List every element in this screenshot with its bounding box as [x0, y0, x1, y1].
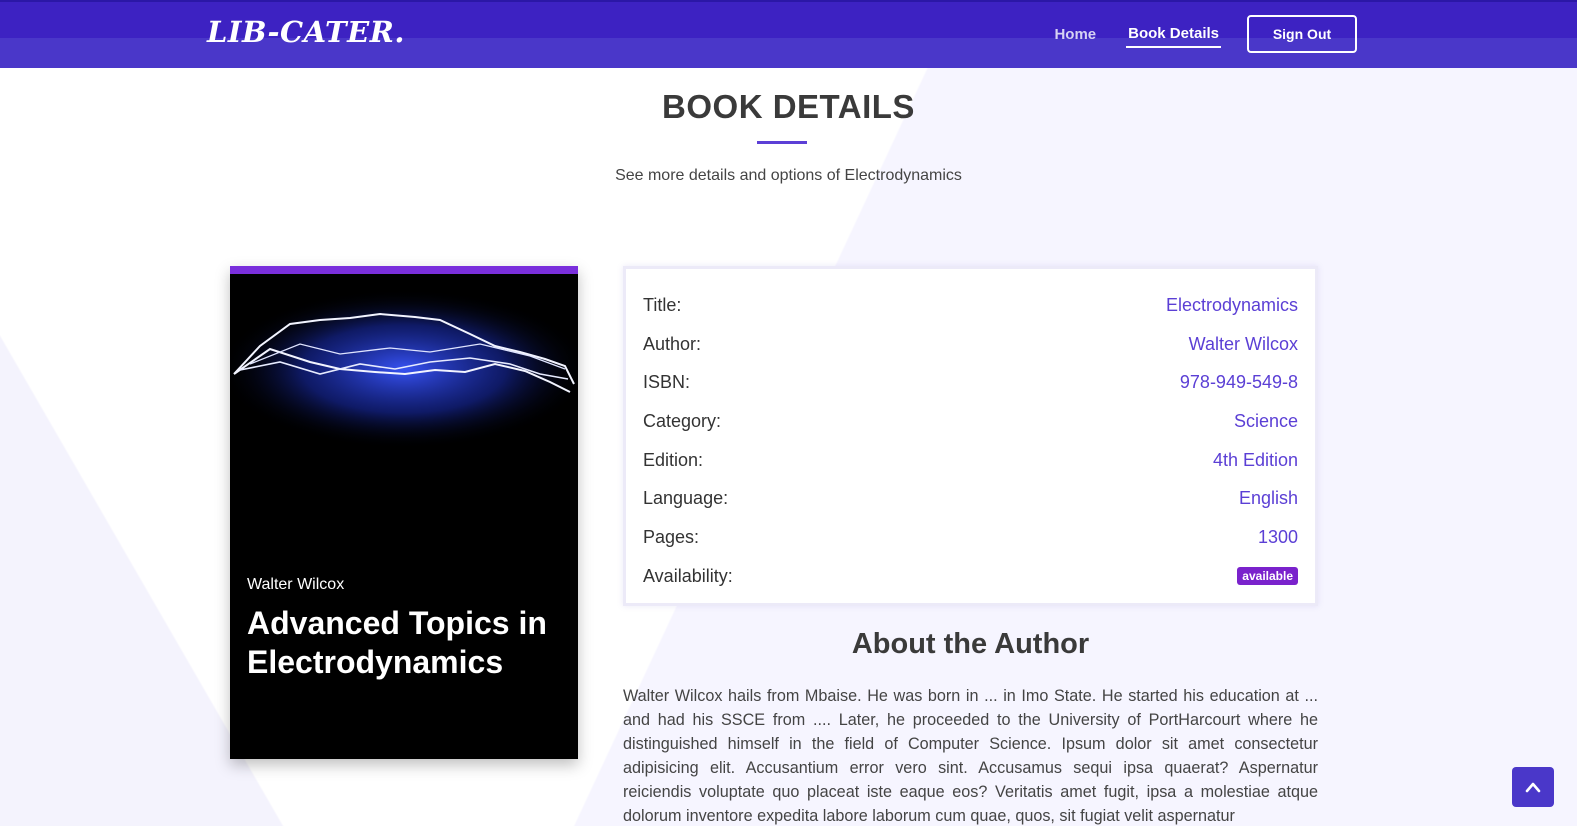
book-details-card: Title: Electrodynamics Author: Walter Wi…	[623, 266, 1318, 606]
main-nav: Home Book Details Sign Out	[1052, 15, 1357, 53]
detail-label: Edition:	[643, 449, 704, 470]
detail-value: 4th Edition	[1212, 449, 1298, 470]
about-author-text: Walter Wilcox hails from Mbaise. He was …	[623, 687, 1318, 825]
detail-row-pages: Pages: 1300	[643, 518, 1298, 557]
availability-badge: available	[1237, 567, 1298, 586]
site-header: LIB-CATER. Home Book Details Sign Out	[0, 0, 1577, 68]
detail-label: Category:	[643, 410, 722, 431]
lightning-art-icon	[230, 289, 578, 449]
cover-author: Walter Wilcox	[247, 576, 345, 593]
detail-label: ISBN:	[643, 372, 691, 393]
detail-label: Pages:	[643, 526, 700, 547]
site-logo[interactable]: LIB-CATER.	[207, 15, 405, 49]
chevron-up-icon	[1525, 782, 1541, 793]
detail-label: Author:	[643, 333, 702, 354]
detail-value: Electrodynamics	[1165, 294, 1298, 315]
detail-label: Title:	[643, 294, 682, 315]
detail-row-edition: Edition: 4th Edition	[643, 441, 1298, 480]
detail-row-language: Language: English	[643, 479, 1298, 518]
detail-value: Science	[1233, 410, 1298, 431]
page-subtitle: See more details and options of Electrod…	[615, 167, 962, 184]
detail-value: Walter Wilcox	[1188, 333, 1298, 354]
nav-home[interactable]: Home	[1052, 22, 1098, 47]
detail-row-category: Category: Science	[643, 402, 1298, 441]
book-cover: Walter Wilcox Advanced Topics in Electro…	[230, 266, 578, 759]
detail-value: English	[1238, 488, 1298, 509]
title-underline	[757, 141, 807, 144]
detail-label: Availability:	[643, 565, 733, 586]
nav-book-details[interactable]: Book Details	[1126, 21, 1221, 48]
detail-value: 978-949-549-8	[1179, 372, 1298, 393]
detail-label: Language:	[643, 488, 729, 509]
detail-row-title: Title: Electrodynamics	[643, 286, 1298, 325]
page-title: BOOK DETAILS	[662, 88, 915, 125]
detail-value: 1300	[1257, 526, 1298, 547]
detail-row-author: Author: Walter Wilcox	[643, 325, 1298, 364]
about-author-title: About the Author	[851, 628, 1090, 660]
back-to-top-button[interactable]	[1512, 767, 1554, 807]
sign-out-button[interactable]: Sign Out	[1247, 15, 1357, 53]
cover-title: Advanced Topics in Electrodynamics	[247, 605, 547, 680]
detail-row-isbn: ISBN: 978-949-549-8	[643, 363, 1298, 402]
detail-row-availability: Availability: available	[643, 557, 1298, 596]
